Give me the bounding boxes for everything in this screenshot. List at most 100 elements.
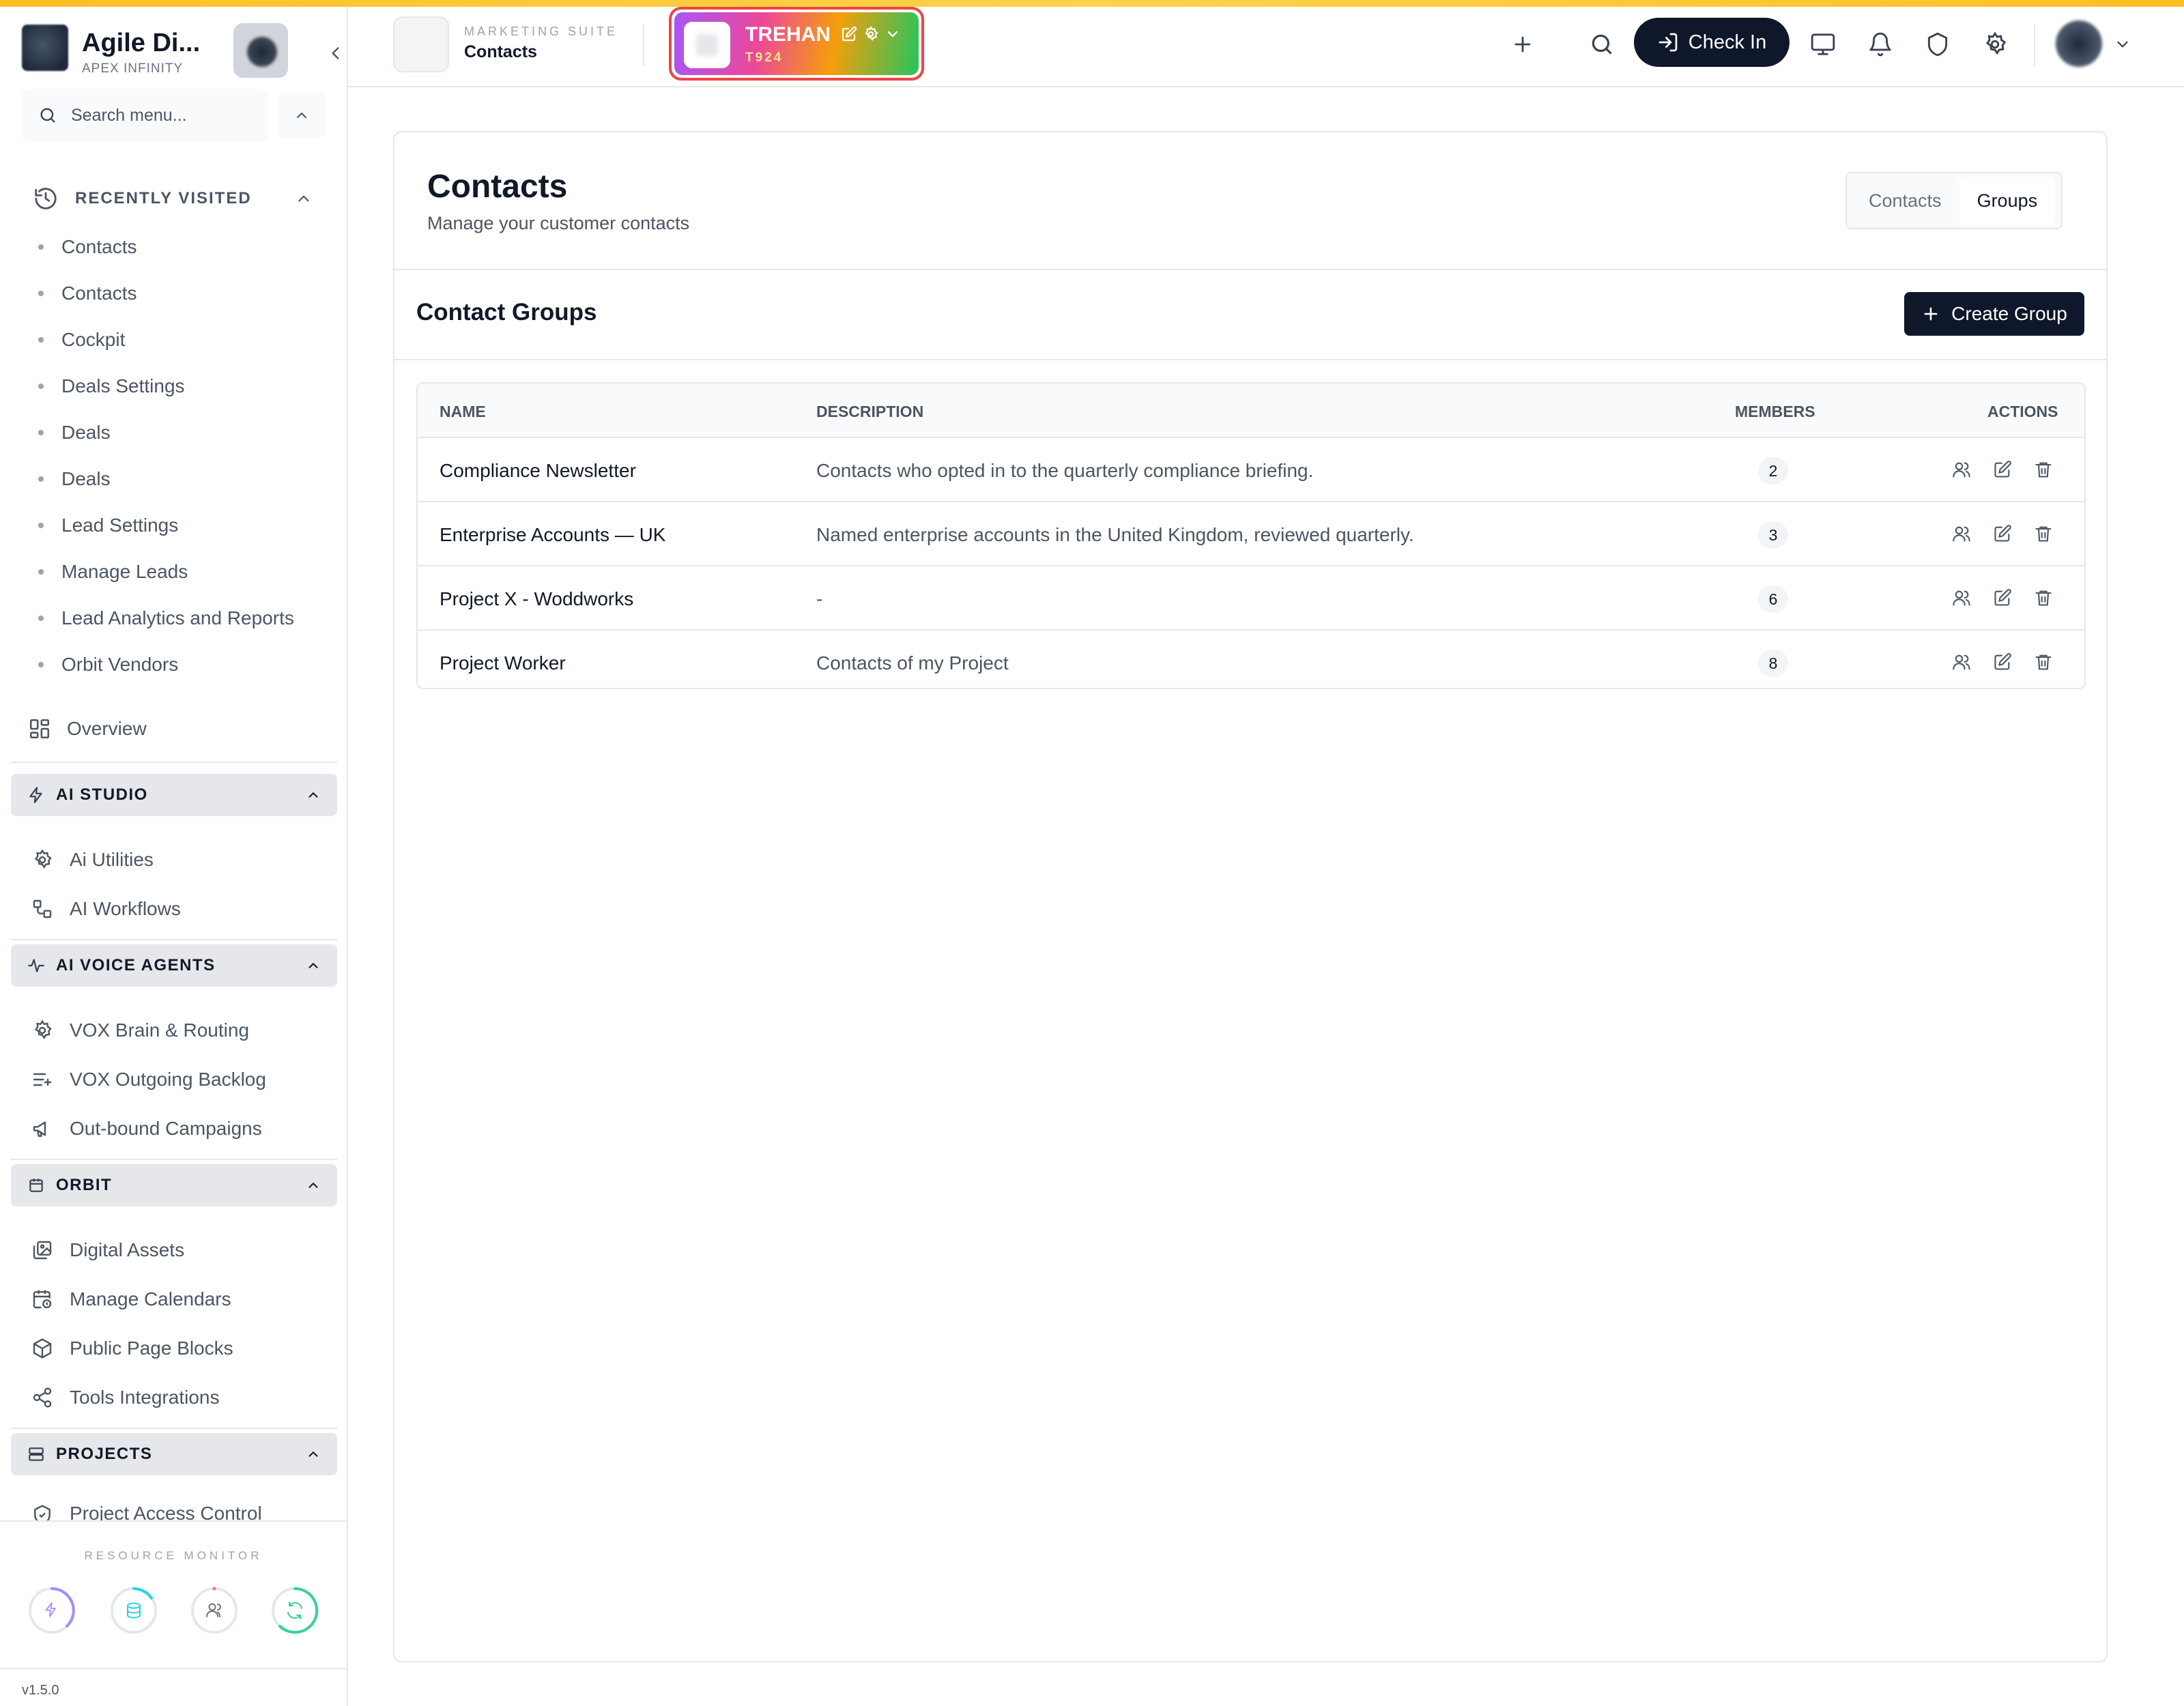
check-in-button[interactable]: Check In [1634, 18, 1790, 67]
view-members-button[interactable] [1949, 585, 1974, 610]
history-icon [35, 188, 57, 209]
sidebar-item-label: AI Workflows [70, 898, 181, 919]
app-version: v1.5.0 [0, 1668, 347, 1706]
delete-group-button[interactable] [2031, 585, 2056, 610]
chevron-down-icon [2117, 41, 2128, 48]
edit-group-button[interactable] [1990, 457, 2015, 482]
users-icon [206, 1603, 221, 1617]
bullet [38, 662, 44, 667]
recent-item[interactable]: Manage Leads [34, 549, 328, 595]
edit-icon[interactable] [841, 26, 857, 42]
chevron-down-icon[interactable] [885, 26, 901, 42]
recent-item[interactable]: Cockpit [34, 317, 328, 363]
divider [2034, 25, 2035, 66]
lightning-icon [29, 787, 42, 803]
group-header-ai-studio[interactable]: AI STUDIO [11, 774, 337, 816]
recent-item[interactable]: Orbit Vendors [34, 641, 328, 688]
recent-item[interactable]: Lead Settings [34, 502, 328, 549]
create-group-button[interactable]: Create Group [1904, 292, 2084, 336]
collapse-sidebar-button[interactable] [322, 40, 349, 67]
delete-group-button[interactable] [2031, 457, 2056, 482]
view-members-button[interactable] [1949, 457, 1974, 482]
bell-icon [1869, 32, 1891, 57]
group-description: - [816, 588, 823, 609]
tab-contacts[interactable]: Contacts [1851, 177, 1959, 225]
edit-icon [1994, 525, 2011, 542]
sidebar-item-outbound-campaigns[interactable]: Out-bound Campaigns [30, 1108, 262, 1149]
display-button[interactable] [1802, 23, 1844, 66]
add-button[interactable] [1502, 23, 1544, 66]
trash-icon [2035, 526, 2052, 542]
table-row: Project Worker Contacts of my Project 8 [418, 629, 2084, 688]
chevron-up-icon [297, 113, 306, 118]
settings-button[interactable] [1974, 23, 2016, 66]
recent-item-label: Lead Settings [61, 515, 179, 536]
workspace-avatar[interactable] [233, 23, 288, 78]
resource-monitor-label: RESOURCE MONITOR [84, 1549, 263, 1562]
gear-icon[interactable] [863, 26, 879, 42]
notifications-button[interactable] [1859, 23, 1901, 66]
view-members-button[interactable] [1949, 521, 1974, 546]
delete-group-button[interactable] [2031, 521, 2056, 546]
bullet [38, 337, 44, 343]
user-avatar[interactable] [2056, 20, 2102, 67]
search-collapse-button[interactable] [277, 93, 326, 138]
view-members-button[interactable] [1949, 650, 1974, 674]
global-search-button[interactable] [1581, 23, 1623, 66]
delete-group-button[interactable] [2031, 650, 2056, 674]
sidebar-item-label: VOX Brain & Routing [70, 1020, 250, 1041]
server-icon [29, 1447, 44, 1461]
page-title: Contacts [427, 169, 568, 205]
edit-group-button[interactable] [1990, 521, 2015, 546]
divider [11, 1428, 337, 1429]
sidebar-item-vox-brain-routing[interactable]: VOX Brain & Routing [30, 1010, 249, 1051]
sidebar-item-label: Out-bound Campaigns [70, 1118, 262, 1139]
sidebar-item-label: Public Page Blocks [70, 1338, 233, 1359]
search-menu-input[interactable] [71, 105, 248, 126]
sidebar-item-tools-integrations[interactable]: Tools Integrations [30, 1377, 219, 1418]
column-header-name: NAME [440, 403, 486, 420]
recent-item[interactable]: Contacts [34, 270, 328, 317]
recent-item[interactable]: Lead Analytics and Reports [34, 595, 328, 641]
members-count-badge: 6 [1758, 585, 1788, 613]
plus-icon [1924, 307, 1938, 321]
resource-monitor: RESOURCE MONITOR [0, 1520, 347, 1671]
sidebar-item-manage-calendars[interactable]: Manage Calendars [30, 1279, 231, 1320]
column-header-members: MEMBERS [1735, 403, 1815, 420]
group-header-ai-voice-agents[interactable]: AI VOICE AGENTS [11, 944, 337, 987]
recently-visited-header[interactable]: RECENTLY VISITED [33, 182, 319, 216]
recent-item[interactable]: Deals [34, 456, 328, 502]
sidebar: Agile Di... APEX INFINITY RECENTLY VISIT… [0, 7, 348, 1706]
sidebar-item-digital-assets[interactable]: Digital Assets [30, 1230, 184, 1271]
sidebar-item-project-access-control[interactable]: Project Access Control [30, 1494, 262, 1520]
recent-item[interactable]: Contacts [34, 224, 328, 270]
sidebar-item-ai-workflows[interactable]: AI Workflows [30, 888, 181, 929]
security-button[interactable] [1916, 23, 1959, 66]
sidebar-item-overview[interactable]: Overview [27, 708, 147, 749]
bullet [38, 244, 44, 250]
group-label: AI VOICE AGENTS [56, 956, 216, 974]
tenant-switcher[interactable]: TREHAN T924 [669, 7, 924, 81]
group-label: AI STUDIO [56, 785, 148, 804]
sidebar-item-public-page-blocks[interactable]: Public Page Blocks [30, 1328, 233, 1369]
edit-group-button[interactable] [1990, 585, 2015, 610]
tab-groups[interactable]: Groups [1959, 177, 2056, 225]
chevron-up-icon [308, 1451, 318, 1457]
sidebar-item-vox-outgoing-backlog[interactable]: VOX Outgoing Backlog [30, 1059, 266, 1100]
divider [11, 762, 337, 763]
group-header-projects[interactable]: PROJECTS [11, 1433, 337, 1475]
group-label: PROJECTS [56, 1445, 153, 1463]
calendar-icon [29, 1179, 43, 1192]
divider [11, 939, 337, 940]
user-menu-button[interactable] [2109, 23, 2136, 66]
group-header-orbit[interactable]: ORBIT [11, 1164, 337, 1206]
members-count-badge: 2 [1758, 457, 1788, 485]
edit-group-button[interactable] [1990, 650, 2015, 674]
sidebar-item-ai-utilities[interactable]: Ai Utilities [30, 839, 154, 880]
recent-item[interactable]: Deals Settings [34, 363, 328, 409]
sidebar-item-label: VOX Outgoing Backlog [70, 1069, 266, 1090]
recent-item[interactable]: Deals [34, 409, 328, 456]
app-icon[interactable] [393, 16, 449, 72]
users-icon [1953, 526, 1970, 542]
divider [394, 359, 2106, 360]
